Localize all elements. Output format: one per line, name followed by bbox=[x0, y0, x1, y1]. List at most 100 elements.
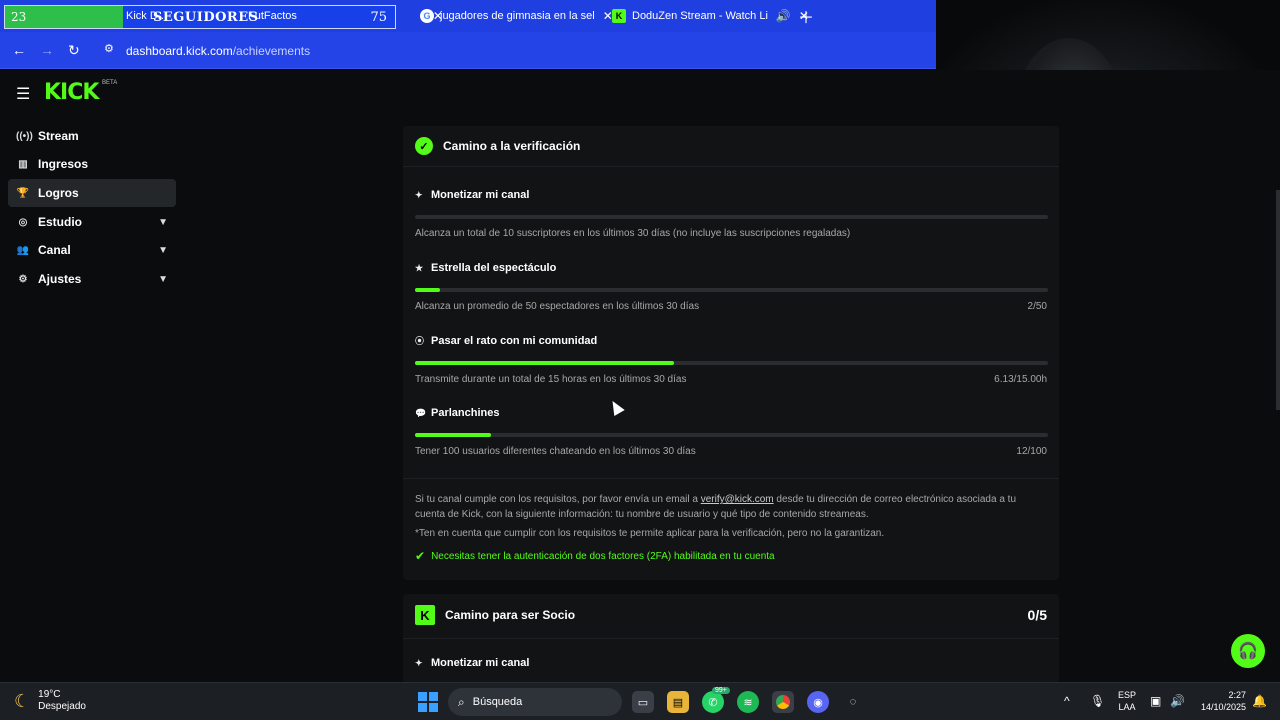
sidebar-item-label: Canal bbox=[38, 243, 71, 257]
tab-futfactos[interactable]: FutFactos ✕ bbox=[248, 4, 443, 28]
support-chat-button[interactable]: 🎧 bbox=[1231, 634, 1265, 668]
volume-icon[interactable]: 🔊 bbox=[1170, 694, 1185, 708]
chevron-down-icon: ▼ bbox=[158, 216, 168, 228]
partner-header: K Camino para ser Socio bbox=[415, 605, 575, 625]
star-user-icon: ★ bbox=[415, 262, 424, 273]
sidebar-item-estudio[interactable]: ◎ Estudio ▼ bbox=[8, 208, 176, 236]
kick-logo[interactable]: KICK bbox=[44, 80, 99, 105]
stream-icon: ((•)) bbox=[16, 130, 33, 142]
divider bbox=[403, 166, 1059, 167]
progress-fill bbox=[415, 288, 441, 292]
tab-label: DoduZen Stream - Watch Li bbox=[632, 10, 768, 22]
email-link[interactable]: verify@kick.com bbox=[701, 494, 774, 505]
sidebar-item-logros[interactable]: 🏆 Logros bbox=[8, 179, 176, 207]
clock-date: 14/10/2025 bbox=[1200, 702, 1246, 712]
sparkle-icon: ✦ bbox=[415, 657, 423, 668]
sidebar-item-stream[interactable]: ((•)) Stream bbox=[8, 122, 176, 150]
task-view-icon[interactable]: ▭ bbox=[632, 691, 654, 713]
spotify-icon[interactable]: ≋ bbox=[737, 691, 759, 713]
chat-icon: 💬 bbox=[415, 407, 427, 418]
windows-start-button[interactable] bbox=[418, 692, 438, 712]
weather-widget[interactable]: ☾ 19°C Despejado bbox=[14, 689, 86, 713]
whatsapp-icon[interactable]: ✆ bbox=[702, 691, 724, 713]
scrollbar[interactable] bbox=[1276, 190, 1280, 410]
task-title: ✦ Monetizar mi canal bbox=[415, 189, 529, 201]
sidebar-item-label: Ingresos bbox=[38, 157, 89, 171]
progress-bar bbox=[415, 433, 1048, 437]
search-icon: ⌕ bbox=[458, 694, 465, 709]
new-tab-button[interactable]: ＋ bbox=[798, 4, 814, 28]
sparkle-icon: ✦ bbox=[415, 189, 423, 200]
url-path: /achievements bbox=[232, 44, 311, 58]
task-count: 6.13/15.00h bbox=[994, 374, 1047, 385]
check-icon: ✔ bbox=[415, 549, 426, 563]
task-title: ⦿ Pasar el rato con mi comunidad bbox=[415, 334, 597, 347]
progress-bar bbox=[415, 361, 1048, 365]
task-description: Alcanza un total de 10 suscriptores en l… bbox=[415, 228, 851, 239]
clock-time: 2:27 bbox=[1228, 690, 1246, 700]
task-title-text: Monetizar mi canal bbox=[431, 189, 530, 201]
verification-header: ✓ Camino a la verificación bbox=[415, 137, 580, 155]
progress-bar bbox=[415, 288, 1048, 292]
studio-icon: ◎ bbox=[18, 216, 28, 228]
sidebar-item-label: Estudio bbox=[38, 215, 82, 229]
verification-card: ✓ Camino a la verificación ✦ Monetizar m… bbox=[403, 126, 1059, 580]
system-clock[interactable]: 2:27 14/10/2025 bbox=[1196, 689, 1246, 713]
notification-bell-icon[interactable]: 🔔 bbox=[1252, 694, 1267, 708]
sidebar-item-canal[interactable]: 👥 Canal ▼ bbox=[8, 236, 176, 264]
verification-title: Camino a la verificación bbox=[443, 139, 581, 153]
kick-icon: K bbox=[612, 9, 626, 23]
tab-kick-dashboard[interactable]: Kick D... bbox=[126, 4, 167, 28]
chevron-up-icon[interactable]: ^ bbox=[1064, 694, 1070, 708]
progress-bar bbox=[415, 215, 1048, 219]
address-bar-row: ← → ↻ ⚙ dashboard.kick.com/achievements bbox=[0, 32, 936, 69]
file-explorer-icon[interactable]: ▤ bbox=[667, 691, 689, 713]
google-icon: G bbox=[420, 9, 434, 23]
site-settings-icon[interactable]: ⚙ bbox=[104, 42, 114, 55]
gear-icon: ⚙ bbox=[18, 273, 28, 285]
kick-icon: K bbox=[415, 605, 435, 625]
sidebar-item-label: Stream bbox=[38, 129, 79, 143]
url-field[interactable]: dashboard.kick.com/achievements bbox=[126, 44, 310, 58]
speaker-icon[interactable]: 🔊 bbox=[776, 9, 791, 23]
forward-icon[interactable]: → bbox=[40, 42, 54, 58]
microphone-icon[interactable]: 🎙 bbox=[1090, 694, 1105, 708]
task-title: 💬 Parlanchines bbox=[415, 407, 499, 419]
weather-condition: Despejado bbox=[38, 701, 86, 712]
partner-score: 0/5 bbox=[1027, 607, 1047, 623]
discord-icon[interactable]: ◉ bbox=[807, 691, 829, 713]
chevron-down-icon: ▼ bbox=[158, 273, 168, 285]
moon-icon: ☾ bbox=[14, 691, 31, 711]
reload-icon[interactable]: ↻ bbox=[68, 42, 80, 59]
task-description: Transmite durante un total de 15 horas e… bbox=[415, 374, 687, 385]
task-title: ✦ Monetizar mi canal bbox=[415, 657, 529, 669]
chevron-down-icon: ▼ bbox=[158, 244, 168, 256]
info-prefix: Si tu canal cumple con los requisitos, p… bbox=[415, 494, 701, 505]
network-icon[interactable]: ▣ bbox=[1150, 694, 1161, 708]
app-icon[interactable]: ◌ bbox=[842, 691, 864, 713]
overlay-current-value: 23 bbox=[5, 6, 123, 28]
task-title-text: Pasar el rato con mi comunidad bbox=[431, 334, 598, 347]
language-code: ESP bbox=[1118, 690, 1137, 700]
taskbar-search[interactable]: ⌕ Búsqueda bbox=[448, 688, 622, 716]
hamburger-menu-icon[interactable]: ☰ bbox=[16, 84, 30, 104]
divider bbox=[403, 478, 1059, 479]
windows-taskbar: ☾ 19°C Despejado ⌕ Búsqueda ▭ ▤ ✆ 99+ ≋ … bbox=[0, 682, 1280, 720]
verification-instructions: Si tu canal cumple con los requisitos, p… bbox=[415, 492, 1045, 522]
tab-google-search[interactable]: G jugadores de gimnasia en la sel ✕ bbox=[420, 4, 613, 28]
beta-badge: BETA bbox=[102, 80, 118, 86]
chart-icon: ▥ bbox=[18, 158, 28, 170]
sidebar-item-ingresos[interactable]: ▥ Ingresos bbox=[8, 150, 176, 178]
tab-doduzen-stream[interactable]: K DoduZen Stream - Watch Li 🔊 ✕ bbox=[612, 4, 809, 28]
language-layout: LAA bbox=[1118, 702, 1136, 712]
back-icon[interactable]: ← bbox=[12, 42, 26, 58]
task-title-text: Parlanchines bbox=[431, 407, 500, 419]
sidebar-item-ajustes[interactable]: ⚙ Ajustes ▼ bbox=[8, 265, 176, 293]
chrome-icon[interactable] bbox=[772, 691, 794, 713]
users-icon: 👥 bbox=[16, 244, 30, 256]
sidebar-item-label: Ajustes bbox=[38, 272, 82, 286]
sidebar-item-label: Logros bbox=[38, 186, 79, 200]
progress-fill bbox=[415, 361, 674, 365]
input-language[interactable]: ESP LAA bbox=[1118, 689, 1136, 713]
url-host: dashboard.kick.com bbox=[126, 44, 233, 58]
